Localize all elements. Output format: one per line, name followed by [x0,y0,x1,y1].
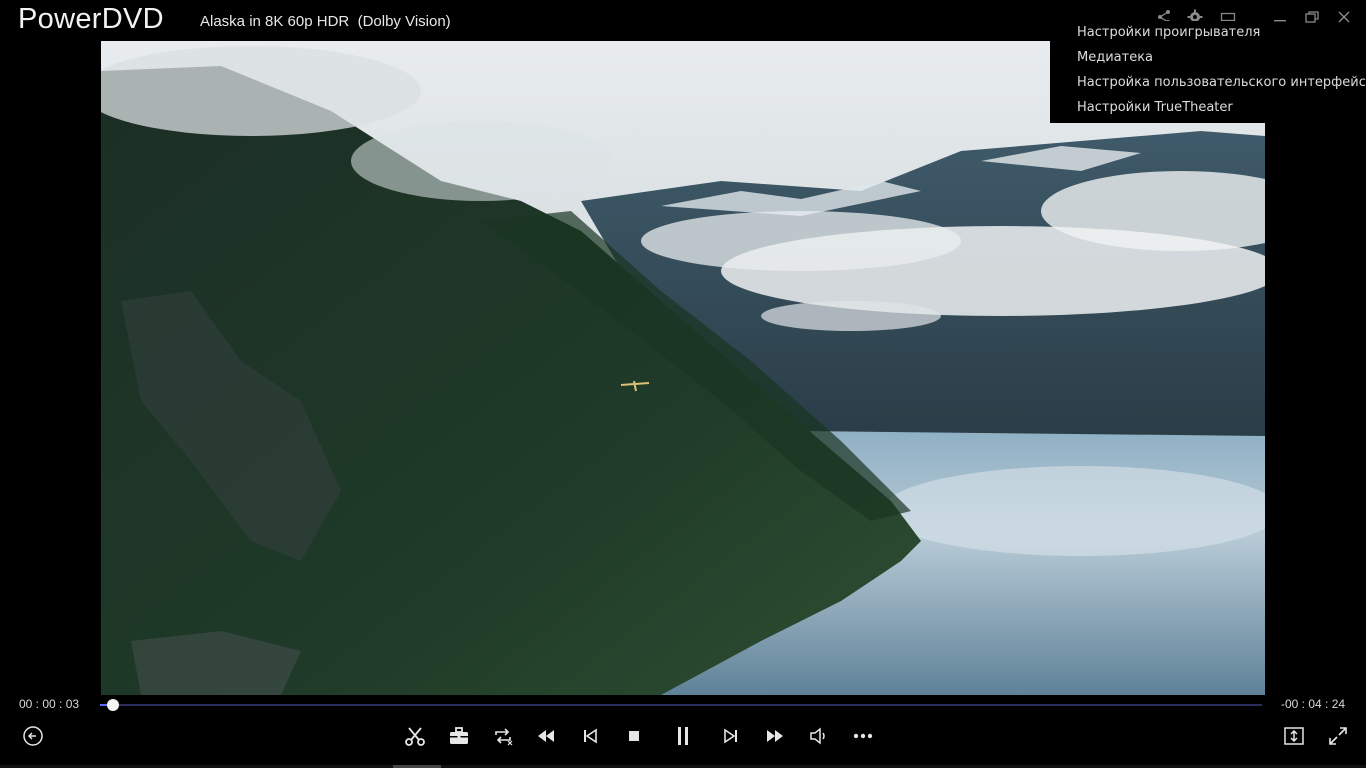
fast-forward-icon [767,730,783,742]
repeat-button[interactable] [489,722,517,750]
menu-item-truetheater-settings[interactable]: Настройки TrueTheater [1077,100,1233,115]
next-icon [724,728,737,744]
toolbox-button[interactable] [445,722,473,750]
pause-icon [678,727,688,745]
scissors-icon [405,727,425,746]
menu-item-player-settings[interactable]: Настройки проигрывателя [1077,25,1260,40]
back-icon [23,726,43,746]
rewind-button[interactable] [532,722,560,750]
snapshot-cut-button[interactable] [401,722,429,750]
video-frame[interactable] [101,41,1265,695]
more-button[interactable] [849,722,877,750]
fullscreen-icon [1329,727,1347,745]
media-title: Alaska in 8K 60p HDR (Dolby Vision) [200,13,451,30]
close-icon[interactable] [1333,6,1355,28]
previous-icon [584,728,597,744]
back-button[interactable] [19,722,47,750]
video-scene [101,41,1265,695]
fit-screen-icon [1284,727,1304,745]
settings-menu: Настройки проигрывателя Медиатека Настро… [1050,21,1366,123]
volume-button[interactable] [805,722,833,750]
elapsed-time: 00 : 00 : 03 [19,697,80,711]
restore-icon[interactable] [1301,6,1323,28]
rewind-icon [538,730,554,742]
fast-forward-button[interactable] [761,722,789,750]
remaining-time: -00 : 04 : 24 [1281,697,1346,711]
repeat-icon [495,728,513,746]
seek-bar[interactable] [100,699,1262,711]
app-title: PowerDVD [18,3,164,35]
menu-item-media-library[interactable]: Медиатека [1077,50,1153,65]
stop-icon [629,731,639,741]
stop-button[interactable] [620,722,648,750]
volume-icon [810,727,825,745]
more-icon [853,733,873,739]
previous-button[interactable] [576,722,604,750]
minimize-icon[interactable] [1269,6,1291,28]
menu-item-ui-settings[interactable]: Настройка пользовательского интерфейса [1077,75,1366,90]
pause-button[interactable] [669,722,697,750]
toolbox-icon [450,727,468,744]
next-button[interactable] [717,722,745,750]
seek-thumb[interactable] [106,699,119,711]
fit-screen-button[interactable] [1280,722,1308,750]
fullscreen-button[interactable] [1324,722,1352,750]
